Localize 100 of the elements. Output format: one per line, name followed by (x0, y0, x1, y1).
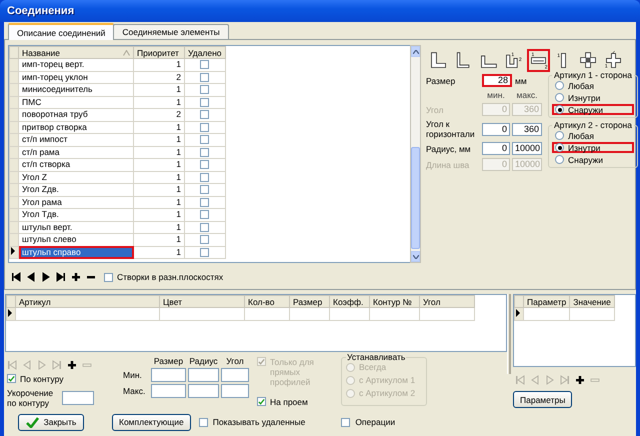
column-header[interactable]: Значение (570, 296, 614, 308)
input-field[interactable]: 0 (482, 122, 510, 136)
checkbox[interactable] (200, 198, 210, 207)
radio-option[interactable]: Изнутри (552, 92, 634, 103)
checkbox[interactable] (200, 185, 210, 194)
column-header[interactable]: Удалено (184, 46, 226, 58)
table-cell[interactable]: ст/п импост (18, 134, 134, 146)
radio-button[interactable] (555, 131, 564, 140)
table-cell: 1 (134, 196, 184, 208)
radio-button[interactable] (555, 93, 564, 102)
column-header[interactable]: Параметр (524, 296, 570, 308)
radio-button[interactable] (555, 81, 564, 90)
column-header[interactable]: Приоритет (134, 46, 184, 58)
checkbox[interactable] (200, 172, 210, 182)
column-header[interactable]: Цвет (160, 296, 244, 308)
checkbox[interactable] (200, 210, 210, 220)
radio-button[interactable] (555, 155, 564, 164)
add-icon[interactable] (71, 272, 81, 282)
checkbox[interactable] (200, 222, 210, 232)
checkbox[interactable] (104, 272, 113, 282)
input-field[interactable] (151, 368, 186, 382)
group-title: Артикул 1 - сторона (552, 70, 634, 80)
current-row-icon (7, 308, 13, 317)
radio-option[interactable]: Снаружи (552, 154, 634, 165)
field-label: Мин. (123, 370, 143, 380)
table-cell[interactable]: штульп верт. (18, 221, 134, 234)
checkbox[interactable] (200, 72, 210, 82)
tab[interactable]: Соединяемые элементы (113, 24, 229, 39)
column-header[interactable]: Размер (290, 296, 330, 308)
window-title: Соединения (7, 5, 74, 17)
option-label: Снаружи (568, 154, 603, 164)
checkbox[interactable] (200, 98, 210, 107)
table-cell[interactable]: имп-торец уклон (18, 71, 134, 84)
checkbox[interactable] (7, 374, 16, 383)
add-icon[interactable] (575, 375, 585, 385)
input-field[interactable] (188, 384, 219, 398)
previous-record-icon[interactable] (26, 272, 36, 282)
column-header[interactable]: Коэфф. (330, 296, 370, 308)
checkbox[interactable] (200, 248, 210, 257)
column-header[interactable]: Кол-во (244, 296, 290, 308)
table-cell: 1 (134, 208, 184, 221)
table-cell[interactable]: ст/п рама (18, 146, 134, 158)
table-cell[interactable]: ст/п створка (18, 158, 134, 171)
column-header[interactable]: Угол (420, 296, 474, 308)
column-header[interactable]: Контур № (370, 296, 420, 308)
table-cell[interactable]: имп-торец верт. (18, 58, 134, 71)
checkbox[interactable] (198, 418, 208, 426)
checkbox[interactable] (341, 418, 350, 426)
table-cell[interactable]: штульп справо (18, 246, 134, 258)
input-field[interactable] (188, 368, 219, 382)
checkbox[interactable] (200, 60, 210, 70)
scroll-down-icon[interactable] (412, 254, 418, 258)
checkbox[interactable] (200, 110, 210, 120)
radio-option[interactable]: Любая (552, 130, 634, 141)
radio-option[interactable]: Снаружи (552, 104, 634, 115)
input-field[interactable]: 0 (482, 142, 510, 155)
input-field[interactable]: 360 (512, 122, 542, 136)
scrollbar[interactable] (410, 45, 421, 263)
scroll-up-icon[interactable] (412, 50, 418, 54)
button[interactable]: Комплектующие (112, 414, 191, 430)
table-cell[interactable]: Угол рама (18, 196, 134, 208)
radio-option[interactable]: Любая (552, 80, 634, 91)
next-record-icon[interactable] (41, 272, 51, 282)
option-label: с Артикулом 2 (359, 388, 416, 398)
table-cell[interactable]: Угол Тдв. (18, 208, 134, 221)
checkbox[interactable] (200, 122, 210, 132)
checkbox[interactable] (200, 148, 210, 157)
parameters-button[interactable]: Параметры (513, 391, 572, 408)
table-cell[interactable]: минисоединитель (18, 84, 134, 96)
input-field[interactable] (221, 368, 249, 382)
input-field[interactable] (151, 384, 186, 398)
tab[interactable]: Описание соединений (8, 23, 114, 40)
input-field[interactable]: 28 (482, 74, 512, 87)
table-cell[interactable]: поворотная труб (18, 108, 134, 121)
checkbox[interactable] (257, 397, 266, 406)
radio-button[interactable] (555, 105, 564, 114)
add-icon[interactable] (67, 360, 77, 370)
column-header[interactable]: Название (18, 46, 134, 58)
table-cell[interactable]: ПМС (18, 96, 134, 108)
input-field[interactable] (221, 384, 249, 398)
radio-option[interactable]: Изнутри (552, 142, 634, 153)
check-icon (26, 416, 39, 428)
table-cell: 2 (134, 71, 184, 84)
checkbox[interactable] (200, 235, 210, 244)
table-cell: 1 (134, 171, 184, 184)
first-record-icon[interactable] (11, 272, 21, 282)
checkbox[interactable] (200, 85, 210, 94)
last-record-icon[interactable] (56, 272, 66, 282)
checkbox[interactable] (200, 135, 210, 144)
table-cell[interactable]: притвор створка (18, 121, 134, 134)
column-label: Размер (152, 356, 184, 366)
column-header[interactable]: Артикул (16, 296, 160, 308)
table-cell[interactable]: Угол Zдв. (18, 184, 134, 196)
close-button[interactable]: Закрыть (18, 414, 84, 430)
field-label: Укорочение по контуру (7, 388, 54, 408)
input-field[interactable] (62, 391, 94, 405)
table-cell[interactable]: Угол Z (18, 171, 134, 184)
checkbox[interactable] (200, 160, 210, 170)
radio-button[interactable] (555, 143, 564, 152)
input-field[interactable]: 10000 (512, 142, 542, 155)
